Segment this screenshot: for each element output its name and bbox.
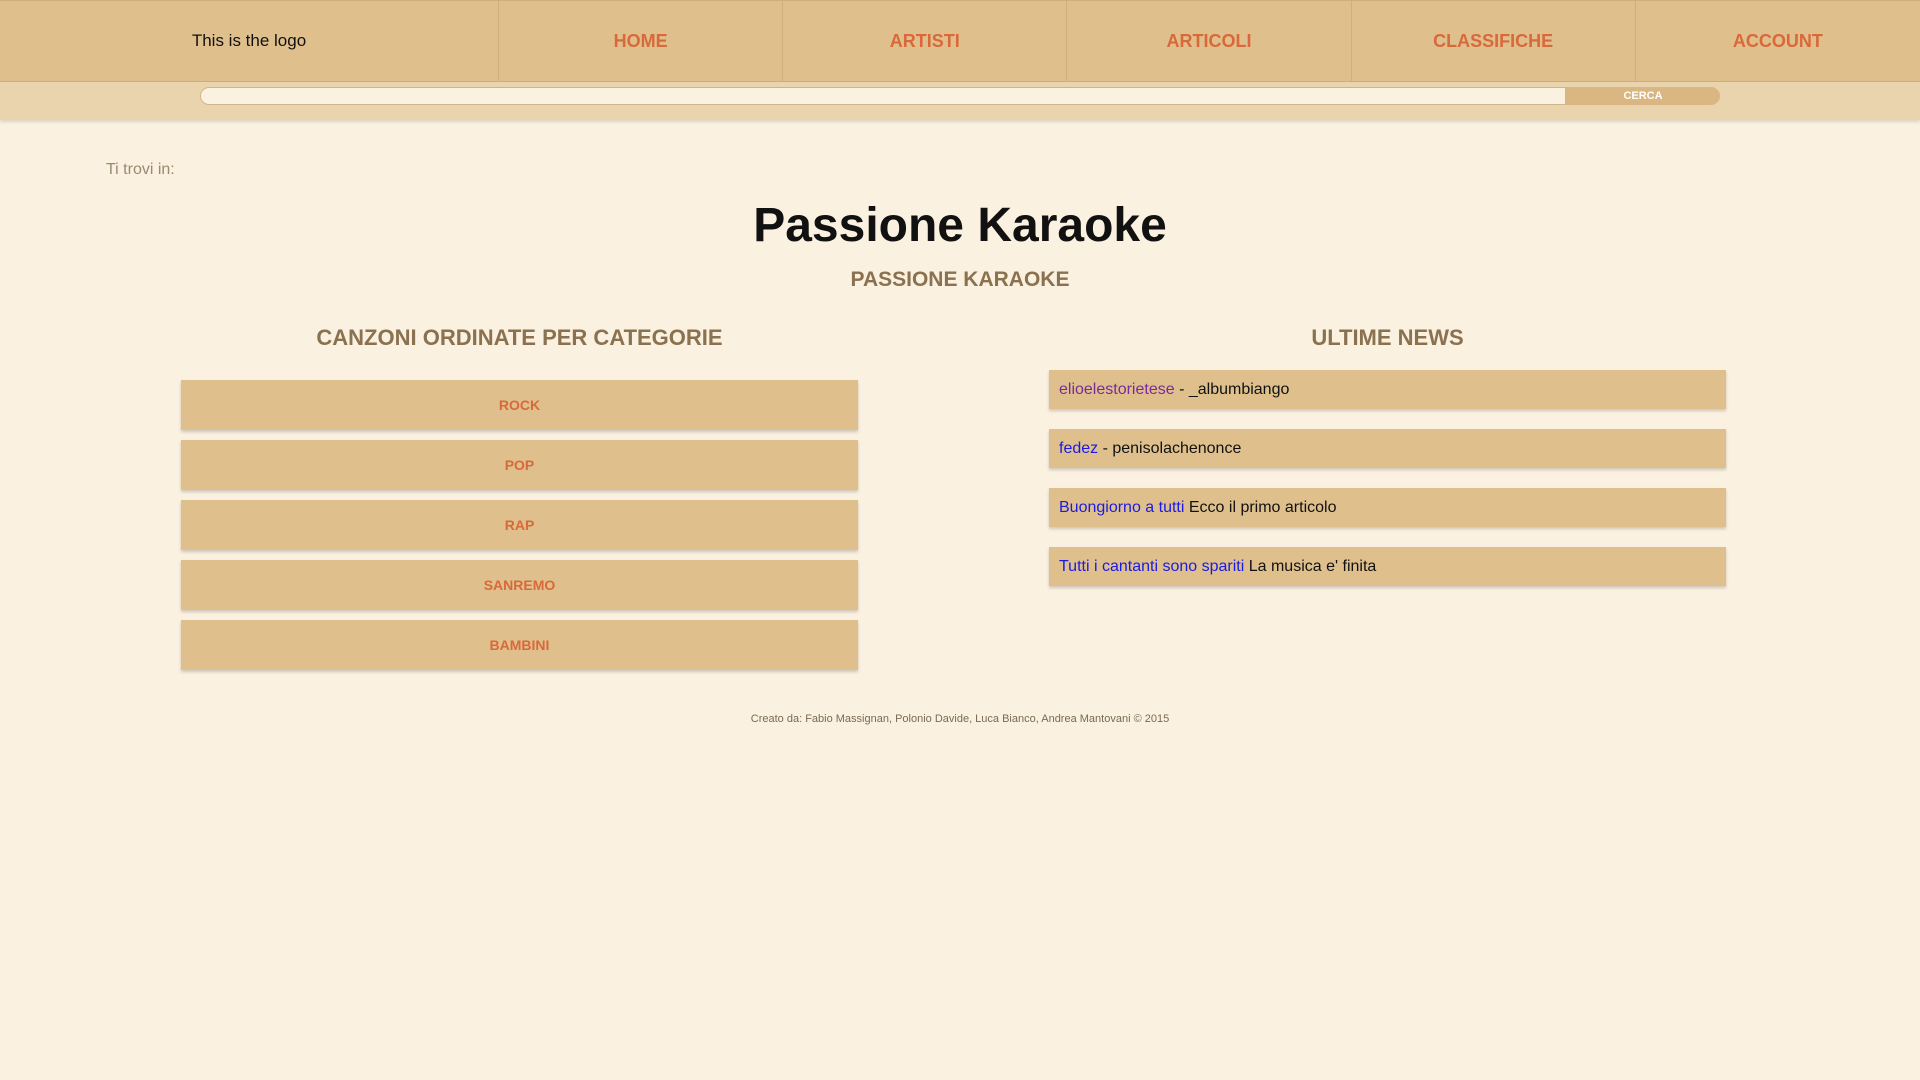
news-text: Ecco il primo articolo [1188,498,1337,516]
category-bambini-button[interactable]: BAMBINI [181,620,858,670]
top-navigation: This is the logo HOME ARTISTI ARTICOLI C… [0,0,1920,82]
category-sanremo-button[interactable]: SANREMO [181,560,858,610]
news-text: La musica e' finita [1248,557,1377,575]
news-list: elioelestorietese - _albumbiango fedez -… [1049,370,1726,606]
category-pop-button[interactable]: POP [181,440,858,490]
news-separator: - [1098,439,1113,457]
nav-item-account[interactable]: ACCOUNT [1636,1,1920,81]
news-heading: ULTIME NEWS [1311,325,1464,350]
news-item: elioelestorietese - _albumbiango [1049,370,1726,409]
nav-item-artisti[interactable]: ARTISTI [783,1,1068,81]
search-bar: CERCA [0,82,1920,120]
nav-item-home[interactable]: HOME [499,1,784,81]
news-item: fedez - penisolachenonce [1049,429,1726,468]
nav-item-articoli[interactable]: ARTICOLI [1067,1,1352,81]
page-subtitle: PASSIONE KARAOKE [850,268,1070,291]
categories-list: ROCK POP RAP SANREMO BAMBINI [181,380,858,680]
breadcrumb: Ti trovi in: [106,161,175,178]
page-title: Passione Karaoke [753,199,1167,252]
news-item: Tutti i cantanti sono spariti La musica … [1049,547,1726,586]
search-button[interactable]: CERCA [1566,87,1720,105]
news-item: Buongiorno a tutti Ecco il primo articol… [1049,488,1726,527]
footer-credits: Creato da: Fabio Massignan, Polonio Davi… [750,713,1170,725]
search-input[interactable] [200,87,1566,105]
logo[interactable]: This is the logo [0,1,499,81]
category-rap-button[interactable]: RAP [181,500,858,550]
nav-item-classifiche[interactable]: CLASSIFICHE [1352,1,1636,81]
news-link[interactable]: Buongiorno a tutti [1059,499,1184,517]
news-link[interactable]: elioelestorietese [1059,381,1175,399]
categories-heading: CANZONI ORDINATE PER CATEGORIE [316,325,723,350]
news-link[interactable]: fedez [1059,440,1098,458]
category-rock-button[interactable]: ROCK [181,380,858,430]
news-text: penisolachenonce [1112,439,1242,457]
news-separator: - [1174,380,1189,398]
news-text: _albumbiango [1188,380,1290,398]
news-link[interactable]: Tutti i cantanti sono spariti [1059,558,1244,576]
